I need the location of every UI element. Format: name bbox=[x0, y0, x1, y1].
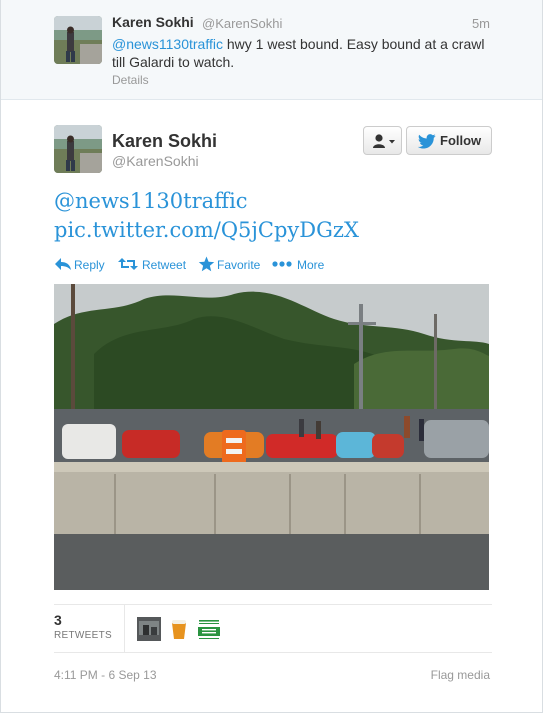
tweet-time[interactable]: 5m bbox=[472, 16, 490, 31]
retweeter-avatar[interactable] bbox=[197, 617, 221, 641]
avatar[interactable] bbox=[54, 125, 102, 173]
favorite-button[interactable]: Favorite bbox=[198, 255, 268, 275]
retweet-count[interactable]: 3 bbox=[54, 612, 62, 628]
author-name[interactable]: Karen Sokhi bbox=[112, 14, 194, 30]
author-name[interactable]: Karen Sokhi bbox=[112, 131, 217, 152]
divider bbox=[54, 604, 492, 605]
favorite-icon bbox=[198, 256, 215, 272]
retweeter-avatar[interactable] bbox=[167, 617, 191, 641]
reply-button[interactable]: Reply bbox=[54, 255, 110, 275]
media-link[interactable]: pic.twitter.com/Q5jCpyDGzX bbox=[54, 216, 359, 245]
author-handle[interactable]: @KarenSokhi bbox=[202, 16, 282, 31]
retweets-label[interactable]: RETWEETS bbox=[54, 630, 112, 641]
tweet-photo[interactable] bbox=[54, 284, 489, 590]
more-button[interactable]: More bbox=[272, 255, 327, 275]
flag-media-link[interactable]: Flag media bbox=[431, 668, 490, 682]
reply-label: Reply bbox=[74, 258, 105, 272]
mention-link[interactable]: @news1130traffic bbox=[112, 36, 223, 52]
user-menu-icon bbox=[373, 134, 395, 148]
details-link[interactable]: Details bbox=[112, 73, 149, 87]
news1130-logo bbox=[197, 617, 221, 641]
twitter-bird-icon bbox=[418, 134, 436, 149]
reply-icon bbox=[55, 258, 71, 270]
tweet-timestamp[interactable]: 4:11 PM - 6 Sep 13 bbox=[54, 668, 157, 682]
author-handle[interactable]: @KarenSokhi bbox=[112, 153, 199, 169]
retweet-icon bbox=[118, 258, 138, 270]
follow-label: Follow bbox=[440, 133, 482, 148]
avatar[interactable] bbox=[54, 16, 102, 64]
follow-button[interactable]: Follow bbox=[406, 126, 492, 155]
previous-tweet[interactable]: Karen Sokhi @KarenSokhi 5m @news1130traf… bbox=[1, 0, 542, 100]
mention-link[interactable]: @news1130traffic bbox=[54, 187, 359, 216]
divider bbox=[54, 652, 492, 653]
divider bbox=[124, 605, 125, 652]
tweet-permalink: Karen Sokhi @KarenSokhi 5m @news1130traf… bbox=[0, 0, 543, 713]
favorite-label: Favorite bbox=[217, 258, 261, 272]
tweet-text: @news1130traffic hwy 1 west bound. Easy … bbox=[112, 35, 492, 71]
retweeter-avatar[interactable] bbox=[137, 617, 161, 641]
user-actions-dropdown[interactable] bbox=[363, 126, 402, 155]
tweet-text: @news1130traffic pic.twitter.com/Q5jCpyD… bbox=[54, 187, 359, 245]
more-label: More bbox=[297, 258, 325, 272]
retweet-label: Retweet bbox=[142, 258, 187, 272]
more-icon bbox=[272, 261, 292, 267]
retweet-button[interactable]: Retweet bbox=[118, 255, 193, 275]
